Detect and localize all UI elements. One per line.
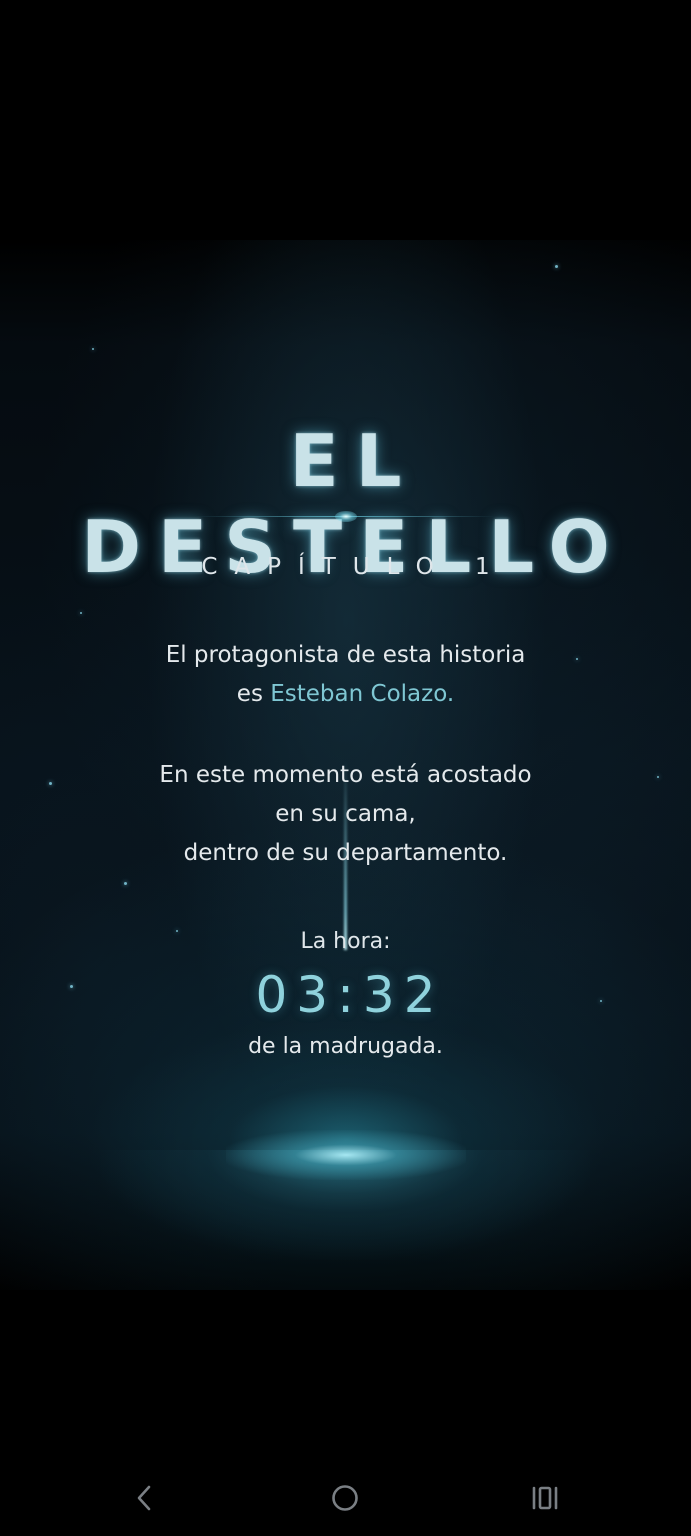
- star: [92, 348, 94, 350]
- recent-apps-button[interactable]: [517, 1470, 573, 1526]
- intro-period: .: [446, 681, 455, 707]
- situation-line-3: dentro de su departamento.: [183, 840, 508, 866]
- intro-line-2: es Esteban Colazo.: [0, 675, 691, 714]
- situation-line-2: en su cama,: [275, 801, 416, 827]
- star: [555, 265, 558, 268]
- time-value: 03:32: [255, 966, 445, 1024]
- system-navigation-bar: [0, 1460, 691, 1536]
- intro-line-1: El protagonista de esta historia: [165, 642, 526, 668]
- situation-paragraph: En este momento está acostado en su cama…: [0, 756, 691, 873]
- time-label: La hora:: [300, 929, 391, 954]
- time-suffix: de la madrugada.: [248, 1034, 443, 1059]
- star: [80, 612, 82, 614]
- situation-line-1: En este momento está acostado: [159, 762, 532, 788]
- circle-home-icon: [332, 1485, 358, 1511]
- protagonist-name: Esteban Colazo: [270, 681, 447, 707]
- star: [124, 882, 127, 885]
- chevron-left-icon: [137, 1485, 151, 1511]
- horizon-flash: [226, 1130, 466, 1180]
- intro-prefix: es: [236, 681, 271, 707]
- chapter-label: CAPÍTULO 1: [201, 554, 507, 580]
- recent-apps-icon: [532, 1486, 558, 1510]
- back-button[interactable]: [117, 1470, 173, 1526]
- story-screen: EL DESTELLO CAPÍTULO 1 El protagonista d…: [0, 0, 691, 1536]
- title-spark: [335, 511, 357, 522]
- home-button[interactable]: [317, 1470, 373, 1526]
- intro-paragraph: El protagonista de esta historia es Este…: [0, 636, 691, 714]
